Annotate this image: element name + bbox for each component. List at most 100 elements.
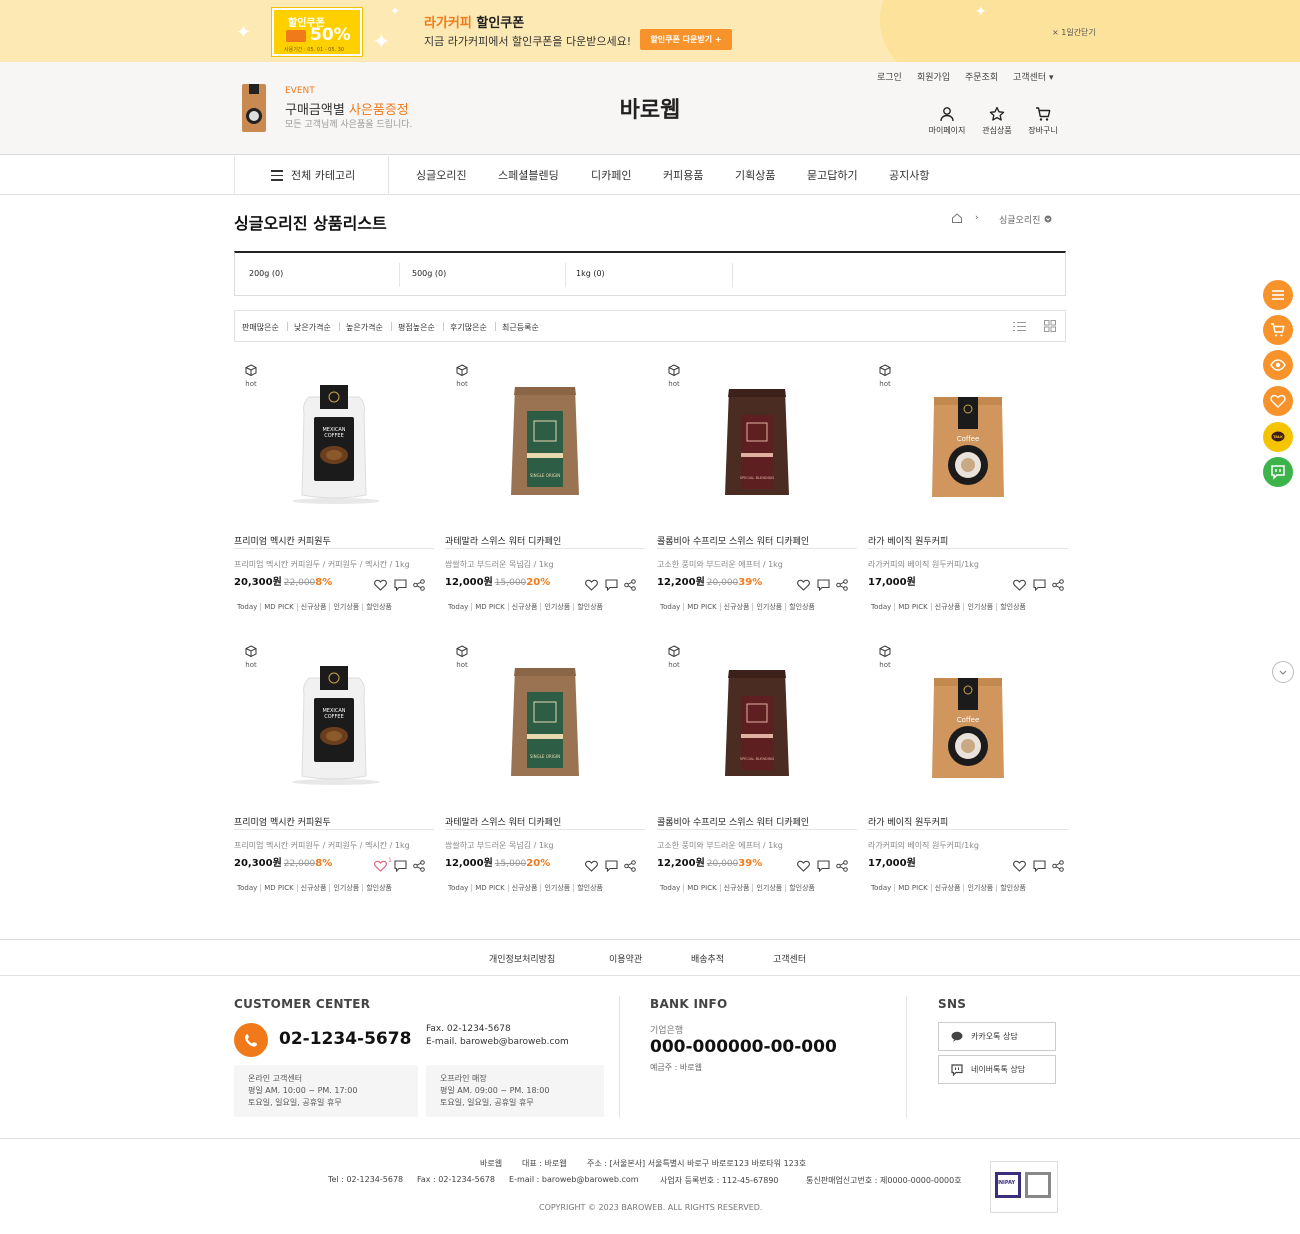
product-name[interactable]: 프리미엄 멕시칸 커피원두	[234, 534, 434, 547]
product-tag[interactable]: 인기상품	[752, 884, 786, 892]
product-card[interactable]: hot Coffee 라가 베이직 원두커피 라가커피의 베이직 원두커피/1k…	[868, 355, 1068, 615]
product-tag[interactable]: Today	[237, 884, 260, 892]
product-image[interactable]: SPECIAL BLENDING	[707, 654, 807, 786]
product-image[interactable]: Coffee	[918, 654, 1018, 786]
product-tag[interactable]: 인기상품	[540, 884, 574, 892]
heart-icon[interactable]	[374, 579, 387, 591]
product-tag[interactable]: 할인상품	[996, 603, 1029, 611]
product-tag[interactable]: MD PICK	[260, 884, 297, 892]
product-tag[interactable]: 인기상품	[329, 603, 363, 611]
heart-icon[interactable]	[797, 579, 810, 591]
list-view-icon[interactable]	[1013, 321, 1026, 332]
customer-center-phone[interactable]: 02-1234-5678	[279, 1029, 411, 1049]
banner-close-button[interactable]: × 1일간닫기	[1052, 27, 1096, 38]
grid-view-icon[interactable]	[1044, 320, 1056, 332]
share-icon[interactable]	[413, 860, 425, 872]
floating-chat-button[interactable]	[1263, 457, 1293, 487]
product-tag[interactable]: Today	[660, 603, 683, 611]
sort-rating[interactable]: 평점높은순	[398, 322, 435, 333]
site-logo[interactable]: 바로웹	[600, 92, 700, 124]
product-tag[interactable]: Today	[448, 603, 471, 611]
comment-icon[interactable]	[605, 579, 618, 591]
comment-icon[interactable]	[1033, 579, 1046, 591]
product-name[interactable]: 라가 베이직 원두커피	[868, 815, 1068, 828]
share-icon[interactable]	[1052, 860, 1064, 872]
nav-item-coffee-goods[interactable]: 커피용품	[663, 156, 703, 195]
product-tag[interactable]: 인기상품	[329, 884, 363, 892]
nav-item-decaf[interactable]: 디카페인	[591, 156, 631, 195]
comment-icon[interactable]	[605, 860, 618, 872]
product-tag[interactable]: Today	[448, 884, 471, 892]
share-icon[interactable]	[624, 860, 636, 872]
share-icon[interactable]	[836, 860, 848, 872]
breadcrumb-current[interactable]: 싱글오리진	[999, 213, 1040, 226]
product-tag[interactable]: 할인상품	[573, 603, 606, 611]
floating-cart-button[interactable]	[1263, 315, 1293, 345]
product-tag[interactable]: 할인상품	[362, 884, 395, 892]
product-tag[interactable]: 신규상품	[719, 884, 753, 892]
mypage-button[interactable]: 마이페이지	[922, 106, 972, 136]
company-email[interactable]: E-mail : baroweb@baroweb.com	[509, 1175, 639, 1184]
floating-menu-button[interactable]	[1263, 280, 1293, 310]
product-tag[interactable]: 신규상품	[719, 603, 753, 611]
share-icon[interactable]	[413, 579, 425, 591]
customer-center-email[interactable]: E-mail. baroweb@baroweb.com	[426, 1036, 569, 1049]
product-tag[interactable]: MD PICK	[894, 603, 931, 611]
product-tag[interactable]: 할인상품	[996, 884, 1029, 892]
nav-item-special-blending[interactable]: 스페셜블렌딩	[498, 156, 559, 195]
heart-icon[interactable]	[1013, 860, 1026, 872]
heart-icon[interactable]	[797, 860, 810, 872]
sort-low-price[interactable]: 낮은가격순	[294, 322, 331, 333]
product-image[interactable]: MEXICAN COFFEE	[284, 654, 384, 786]
product-tag[interactable]: 할인상품	[573, 884, 606, 892]
product-tag[interactable]: 할인상품	[362, 603, 395, 611]
floating-heart-button[interactable]	[1263, 386, 1293, 416]
product-tag[interactable]: 인기상품	[752, 603, 786, 611]
floating-eye-button[interactable]	[1263, 350, 1293, 380]
sort-high-price[interactable]: 높은가격순	[346, 322, 383, 333]
delivery-tracking-link[interactable]: 배송추적	[691, 952, 724, 965]
product-name[interactable]: 콜롬비아 수프리모 스위스 워터 디카페인	[657, 815, 857, 828]
terms-link[interactable]: 이용약관	[609, 952, 642, 965]
weight-tab-200g[interactable]: 200g (0)	[249, 269, 283, 278]
wishlist-button[interactable]: 관심상품	[972, 106, 1022, 136]
login-link[interactable]: 로그인	[877, 70, 902, 83]
nav-item-single-origin[interactable]: 싱글오리진	[416, 156, 467, 195]
comment-icon[interactable]	[817, 579, 830, 591]
product-name[interactable]: 프리미엄 멕시칸 커피원두	[234, 815, 434, 828]
comment-icon[interactable]	[394, 579, 407, 591]
product-card[interactable]: hot SPECIAL BLENDING 콜롬비아 수프리모 스위스 워터 디카…	[657, 355, 857, 615]
product-tag[interactable]: MD PICK	[260, 603, 297, 611]
product-image[interactable]: SINGLE ORIGIN	[495, 373, 595, 505]
sort-reviews[interactable]: 후기많은순	[450, 322, 487, 333]
share-icon[interactable]	[836, 579, 848, 591]
product-tag[interactable]: 할인상품	[785, 603, 818, 611]
product-name[interactable]: 라가 베이직 원두커피	[868, 534, 1068, 547]
share-icon[interactable]	[624, 579, 636, 591]
weight-tab-1kg[interactable]: 1kg (0)	[576, 269, 605, 278]
product-tag[interactable]: MD PICK	[471, 884, 508, 892]
product-tag[interactable]: Today	[237, 603, 260, 611]
product-card[interactable]: hot MEXICAN COFFEE 프리미엄 멕시칸 커피원두 프리미엄 멕시…	[234, 636, 434, 896]
signup-link[interactable]: 회원가입	[917, 70, 950, 83]
heart-icon[interactable]	[585, 579, 598, 591]
product-image[interactable]: SINGLE ORIGIN	[495, 654, 595, 786]
product-tag[interactable]: MD PICK	[471, 603, 508, 611]
product-card[interactable]: hot SINGLE ORIGIN 과테말라 스위스 워터 디카페인 쌉쌀하고 …	[445, 636, 645, 896]
event-title[interactable]: 구매금액별 사은품증정	[285, 99, 409, 118]
product-image[interactable]: SPECIAL BLENDING	[707, 373, 807, 505]
product-tag[interactable]: 신규상품	[507, 884, 541, 892]
heart-icon[interactable]	[1013, 579, 1026, 591]
comment-icon[interactable]	[1033, 860, 1046, 872]
product-tag[interactable]: Today	[871, 603, 894, 611]
home-icon[interactable]	[951, 212, 963, 224]
product-name[interactable]: 과테말라 스위스 워터 디카페인	[445, 815, 645, 828]
comment-icon[interactable]	[394, 860, 407, 872]
product-tag[interactable]: MD PICK	[683, 603, 720, 611]
product-name[interactable]: 과테말라 스위스 워터 디카페인	[445, 534, 645, 547]
product-tag[interactable]: 신규상품	[930, 884, 964, 892]
heart-icon[interactable]	[374, 860, 387, 872]
nav-item-special-products[interactable]: 기획상품	[735, 156, 775, 195]
coupon-download-button[interactable]: 할인쿠폰 다운받기 +	[640, 29, 732, 50]
floating-kakao-talk-button[interactable]: TALK	[1263, 422, 1293, 452]
